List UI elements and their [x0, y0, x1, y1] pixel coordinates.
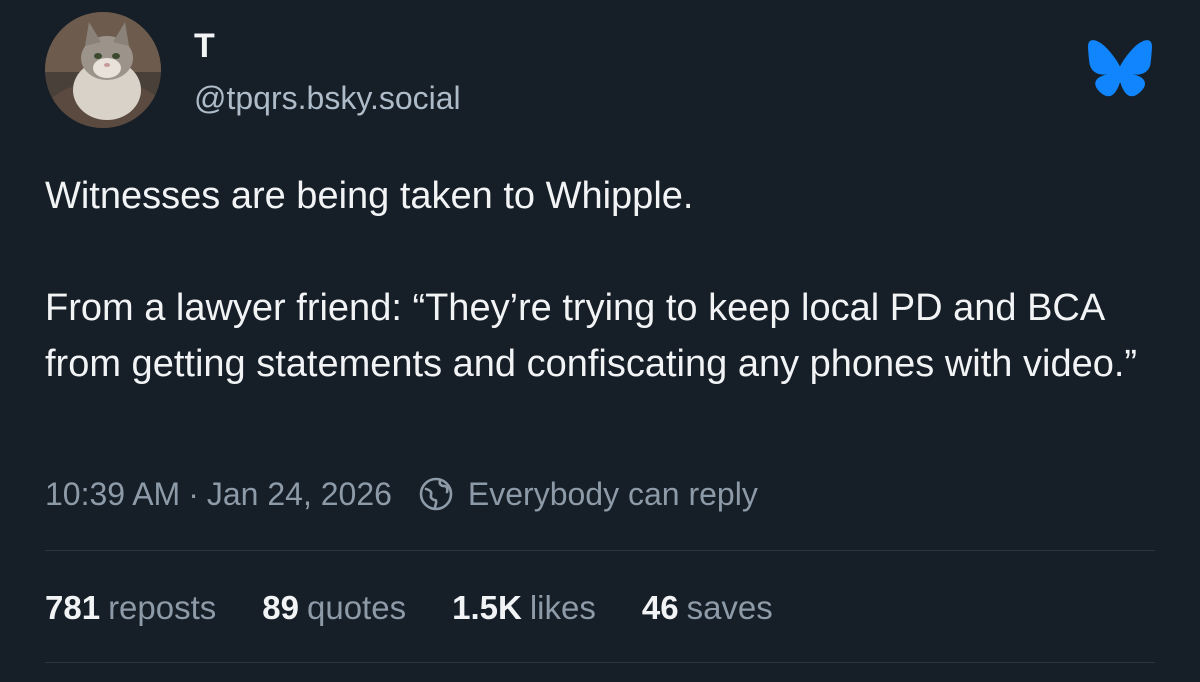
divider [45, 662, 1155, 663]
reposts-stat[interactable]: 781 reposts [45, 589, 216, 627]
saves-stat[interactable]: 46 saves [642, 589, 773, 627]
author-handle[interactable]: @tpqrs.bsky.social [194, 78, 461, 118]
author-display-name[interactable]: T [194, 26, 215, 66]
post-stats: 781 reposts 89 quotes 1.5K likes 46 saves [45, 586, 819, 630]
meta-separator: · [188, 475, 199, 512]
reply-setting[interactable]: Everybody can reply [468, 476, 758, 513]
quotes-count: 89 [262, 589, 299, 626]
post-card: T @tpqrs.bsky.social Witnesses are being… [0, 0, 1200, 682]
post-paragraph-1: Witnesses are being taken to Whipple. [45, 175, 694, 217]
quotes-stat[interactable]: 89 quotes [262, 589, 406, 627]
quotes-label: quotes [307, 589, 407, 626]
cat-avatar-image [45, 12, 161, 128]
likes-label: likes [529, 589, 596, 626]
post-time[interactable]: 10:39 AM [45, 476, 180, 513]
author-avatar[interactable] [45, 12, 161, 128]
saves-label: saves [686, 589, 773, 626]
post-date[interactable]: Jan 24, 2026 [207, 476, 392, 513]
reposts-count: 781 [45, 589, 101, 626]
post-paragraph-2: From a lawyer friend: “They’re trying to… [45, 287, 1138, 385]
bluesky-butterfly-icon[interactable] [1088, 40, 1152, 98]
post-meta: 10:39 AM · Jan 24, 2026 Everybody can re… [45, 472, 758, 516]
saves-count: 46 [641, 589, 679, 626]
divider [45, 550, 1155, 551]
globe-icon [418, 476, 454, 512]
reposts-label: reposts [108, 589, 217, 626]
likes-stat[interactable]: 1.5K likes [452, 589, 596, 627]
likes-count: 1.5K [452, 589, 522, 626]
post-text: Witnesses are being taken to Whipple. Fr… [45, 168, 1165, 392]
